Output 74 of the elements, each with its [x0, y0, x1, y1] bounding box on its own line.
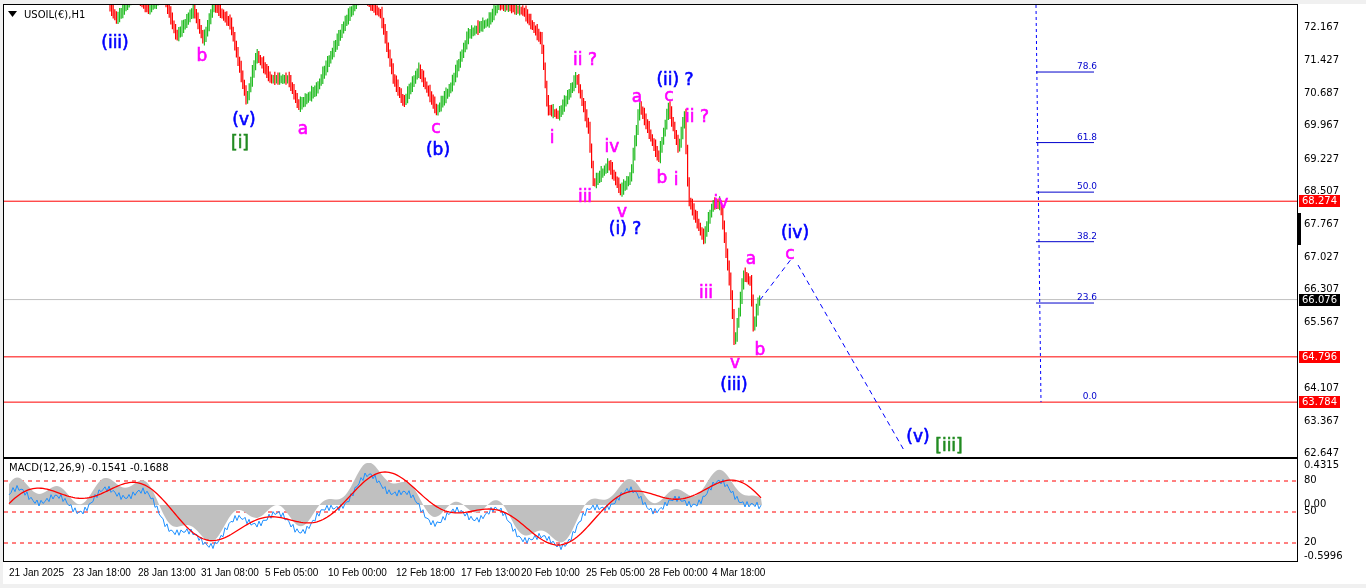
price-axis-label: 66.307 [1304, 283, 1339, 295]
price-tag: 66.076 [1299, 293, 1340, 306]
wave-label: a [297, 118, 309, 138]
wave-label: (v) [906, 426, 930, 446]
price-axis-label: 69.227 [1304, 152, 1339, 165]
fibonacci-level-label: 78.6 [1076, 61, 1097, 71]
macd-title: MACD(12,26,9) -0.1541 -0.1688 [9, 462, 169, 473]
price-axis-label: 68.507 [1304, 184, 1339, 196]
wave-label: a [631, 86, 643, 106]
fibonacci-level-line [1035, 142, 1095, 144]
wave-label: iii [698, 282, 714, 302]
time-axis-label: 21 Jan 2025 [9, 567, 65, 578]
price-axis-label: 67.767 [1304, 217, 1339, 230]
wave-label: (iii) [720, 374, 748, 394]
price-axis-label: 65.567 [1304, 316, 1339, 329]
wave-label: c [785, 243, 795, 263]
wave-label: iv [713, 192, 729, 212]
price-tag: 64.796 [1299, 350, 1340, 363]
fibonacci-level-line [1035, 71, 1095, 73]
fibonacci-level-label: 61.8 [1076, 131, 1097, 142]
time-axis-label: 12 Feb 18:00 [396, 567, 455, 578]
time-axis-label: 28 Jan 13:00 [138, 567, 196, 578]
macd-axis-label: 20 [1304, 536, 1317, 548]
fibonacci-level-label: 50.0 [1076, 181, 1097, 192]
price-axis-label: 70.687 [1304, 87, 1339, 100]
price-axis-label: 67.027 [1304, 251, 1339, 263]
symbol-title: USOIL(€),H1 [24, 9, 86, 20]
macd-axis-label: -0.5996 [1304, 550, 1343, 562]
wave-label: i [549, 127, 555, 147]
fibonacci-level-label: 38.2 [1076, 230, 1097, 241]
wave-label: [i] [231, 132, 249, 152]
price-tag: 68.274 [1299, 195, 1340, 208]
macd-axis-label: 0.4315 [1304, 459, 1339, 471]
time-axis-label: 4 Mar 18:00 [712, 567, 766, 578]
fibonacci-level-line [1035, 302, 1095, 304]
wave-label: iii [577, 186, 593, 206]
wave-label: b [656, 167, 668, 187]
wave-label: a [745, 248, 757, 268]
price-axis-label: 62.647 [1304, 447, 1339, 459]
wave-label: v [616, 201, 628, 221]
wave-label: ii ? [573, 49, 597, 69]
wave-label: [iii] [935, 435, 963, 455]
wave-label: v [729, 352, 741, 372]
time-axis-label: 5 Feb 05:00 [265, 567, 319, 578]
wave-label: i [673, 169, 679, 189]
wave-label: (iii) [101, 32, 129, 52]
time-axis-label: 31 Jan 08:00 [201, 567, 259, 578]
time-axis-label: 17 Feb 13:00 [461, 567, 520, 578]
macd-axis-label: 80 [1304, 474, 1317, 486]
wave-label: c [431, 117, 441, 137]
wave-label: (b) [425, 139, 451, 159]
wave-label: (v) [232, 109, 256, 129]
time-axis-label: 23 Jan 18:00 [73, 567, 131, 578]
price-tag: 63.784 [1299, 396, 1340, 409]
wave-label: b [196, 45, 208, 65]
time-axis-label: 10 Feb 00:00 [328, 567, 387, 578]
price-axis-label: 63.367 [1304, 414, 1339, 427]
time-axis-label: 20 Feb 10:00 [521, 567, 580, 578]
price-axis-label: 72.167 [1304, 21, 1339, 33]
price-axis-label: 69.967 [1304, 119, 1339, 132]
wave-label: (i) ? [608, 218, 642, 238]
fibonacci-level-label: 0.0 [1082, 391, 1097, 402]
fibonacci-level-line [1035, 191, 1095, 193]
time-axis-label: 28 Feb 00:00 [649, 567, 708, 578]
dropdown-triangle-icon[interactable] [8, 11, 17, 17]
price-axis-label: 64.107 [1304, 381, 1339, 394]
wave-label: (ii) ? [656, 69, 694, 89]
price-axis-label: 71.427 [1304, 54, 1339, 67]
wave-label: iv [604, 136, 620, 156]
wave-label: b [754, 339, 766, 359]
wave-label: (iv) [780, 222, 810, 242]
fibonacci-level-label: 23.6 [1076, 292, 1097, 302]
fibonacci-level-line [1035, 241, 1095, 243]
time-axis-label: 25 Feb 05:00 [586, 567, 645, 578]
